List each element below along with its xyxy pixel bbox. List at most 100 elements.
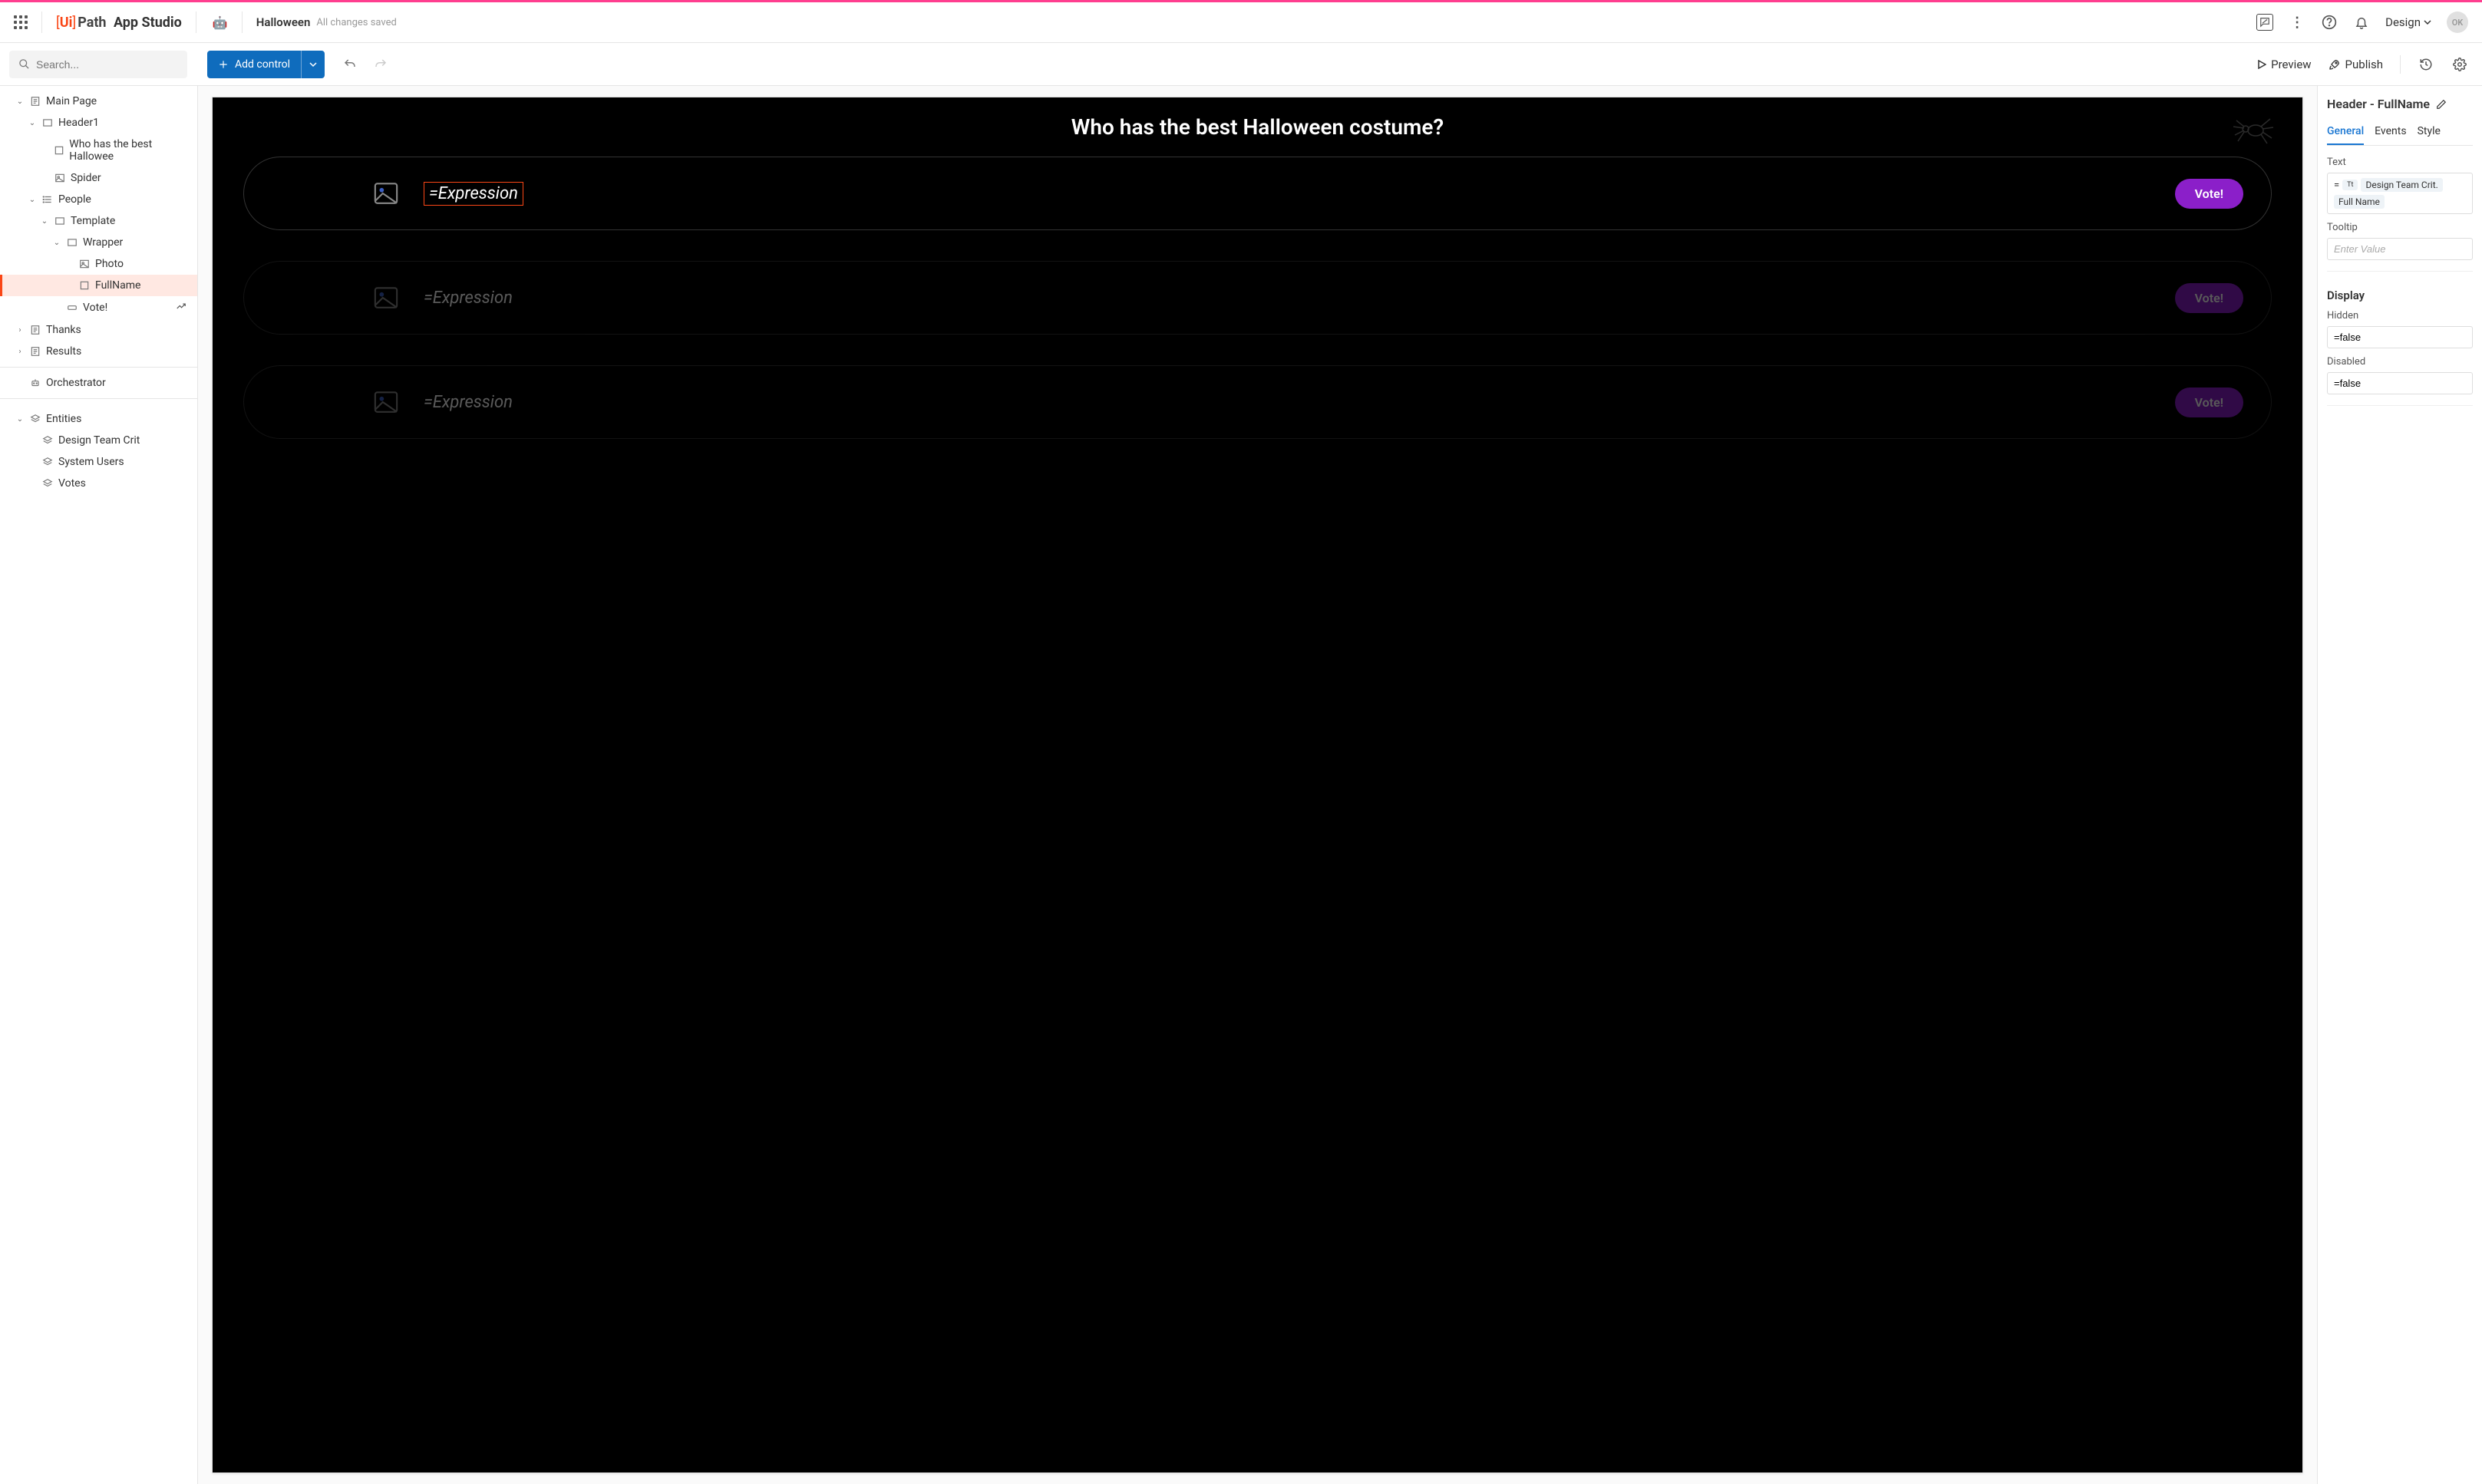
- vote-card[interactable]: =Expression Vote!: [243, 261, 2272, 335]
- spider-image[interactable]: [2229, 111, 2275, 153]
- container-icon: [66, 237, 78, 248]
- page-icon: [29, 325, 41, 335]
- disabled-label: Disabled: [2327, 356, 2473, 368]
- more-icon[interactable]: ⋮: [2289, 14, 2305, 31]
- divider: [2327, 405, 2473, 406]
- undo-button[interactable]: [342, 56, 358, 73]
- tree-entity-design[interactable]: Design Team Crit: [0, 430, 197, 451]
- chevron-down-icon: ⌄: [15, 415, 25, 424]
- logo-path-text: Path: [78, 15, 106, 31]
- settings-icon[interactable]: [2451, 56, 2468, 73]
- image-icon: [54, 173, 66, 183]
- vote-card[interactable]: =Expression Vote!: [243, 365, 2272, 439]
- play-icon: [2257, 60, 2266, 69]
- publish-button[interactable]: Publish: [2329, 58, 2383, 71]
- add-control-button[interactable]: Add control: [207, 51, 325, 78]
- vote-card[interactable]: =Expression Vote!: [243, 157, 2272, 230]
- chevron-right-icon: ›: [15, 326, 25, 335]
- caret-down-icon: [309, 61, 317, 68]
- tree-entity-users[interactable]: System Users: [0, 451, 197, 473]
- page-icon: [29, 346, 41, 357]
- separator: [2400, 55, 2401, 74]
- tree-vote[interactable]: Vote!: [0, 296, 197, 319]
- equals-sign: =: [2334, 180, 2339, 191]
- tree-entities[interactable]: ⌄ Entities: [0, 408, 197, 430]
- vote-button[interactable]: Vote!: [2175, 179, 2243, 209]
- tree-fullname[interactable]: FullName: [0, 275, 197, 296]
- add-control-dropdown[interactable]: [301, 51, 325, 78]
- tab-style[interactable]: Style: [2418, 125, 2441, 145]
- add-control-label: Add control: [235, 58, 290, 71]
- help-icon[interactable]: [2321, 14, 2338, 31]
- edit-icon[interactable]: [2436, 99, 2447, 110]
- search-icon: [18, 58, 30, 70]
- tree-thanks[interactable]: › Thanks: [0, 319, 197, 341]
- tree-label: Wrapper: [83, 236, 123, 249]
- tree-photo[interactable]: Photo: [0, 253, 197, 275]
- canvas[interactable]: Who has the best Halloween costume? =Exp…: [212, 97, 2303, 1473]
- binding-chip[interactable]: Design Team Crit.: [2361, 178, 2442, 192]
- tree-label: Votes: [58, 477, 86, 490]
- logo[interactable]: [Ui]Path App Studio: [56, 15, 182, 31]
- tab-general[interactable]: General: [2327, 125, 2364, 145]
- disabled-input[interactable]: [2327, 372, 2473, 394]
- photo-placeholder[interactable]: [371, 180, 401, 207]
- text-icon: [53, 145, 64, 156]
- preview-button[interactable]: Preview: [2257, 58, 2311, 71]
- expression-text[interactable]: =Expression: [424, 182, 523, 206]
- app-icon: 🤖: [213, 15, 228, 30]
- tree-template[interactable]: ⌄ Template: [0, 210, 197, 232]
- separator: [242, 12, 243, 33]
- redo-button[interactable]: [372, 56, 389, 73]
- tab-events[interactable]: Events: [2375, 125, 2406, 145]
- photo-placeholder: [371, 284, 401, 312]
- tree-orchestrator[interactable]: Orchestrator: [0, 372, 197, 394]
- chevron-down-icon: [2424, 18, 2431, 26]
- tree-results[interactable]: › Results: [0, 341, 197, 362]
- tree-main-page[interactable]: ⌄ Main Page: [0, 91, 197, 112]
- panel-tabs: General Events Style: [2327, 125, 2473, 146]
- tree-people[interactable]: ⌄ People: [0, 189, 197, 210]
- chevron-down-icon: ⌄: [28, 119, 37, 127]
- panel-title: Header - FullName: [2327, 97, 2430, 111]
- canvas-title[interactable]: Who has the best Halloween costume?: [213, 114, 2302, 140]
- hidden-label: Hidden: [2327, 310, 2473, 322]
- tree-entity-votes[interactable]: Votes: [0, 473, 197, 494]
- tree-label: Main Page: [46, 95, 97, 107]
- separator: [41, 12, 42, 33]
- tree-label: Design Team Crit: [58, 434, 140, 447]
- hidden-input[interactable]: [2327, 326, 2473, 348]
- tree-wrapper[interactable]: ⌄ Wrapper: [0, 232, 197, 253]
- mode-dropdown[interactable]: Design: [2385, 15, 2431, 29]
- apps-grid-icon[interactable]: [14, 15, 28, 29]
- bell-icon[interactable]: [2353, 14, 2370, 31]
- robot-icon: [29, 378, 41, 388]
- text-field[interactable]: = Tt Design Team Crit. Full Name: [2327, 173, 2473, 214]
- search-input[interactable]: [36, 58, 178, 71]
- photo-placeholder: [371, 388, 401, 416]
- left-panel: ⌄ Main Page ⌄ Header1 Who has the best H…: [0, 86, 198, 1484]
- feedback-icon[interactable]: [2256, 14, 2273, 31]
- avatar[interactable]: OK: [2447, 12, 2468, 33]
- canvas-area: Who has the best Halloween costume? =Exp…: [198, 86, 2317, 1484]
- image-icon: [372, 389, 400, 415]
- divider: [2327, 271, 2473, 272]
- binding-chip[interactable]: Full Name: [2334, 195, 2385, 209]
- image-icon: [372, 180, 400, 206]
- tree-label: FullName: [95, 279, 140, 292]
- history-icon[interactable]: [2418, 56, 2434, 73]
- tree-who[interactable]: Who has the best Hallowee: [0, 134, 197, 167]
- search-box[interactable]: [9, 51, 187, 78]
- chevron-down-icon: ⌄: [28, 196, 37, 204]
- chevron-right-icon: ›: [15, 348, 25, 356]
- expression-text: =Expression: [424, 393, 513, 412]
- tree-spider[interactable]: Spider: [0, 167, 197, 189]
- page-icon: [29, 96, 41, 107]
- tooltip-input[interactable]: [2327, 238, 2473, 260]
- preview-label: Preview: [2271, 58, 2311, 71]
- trending-icon[interactable]: [176, 301, 186, 315]
- tree-label: Header1: [58, 117, 99, 129]
- app-name[interactable]: Halloween: [256, 15, 311, 29]
- tree-header1[interactable]: ⌄ Header1: [0, 112, 197, 134]
- chevron-down-icon: ⌄: [40, 217, 49, 226]
